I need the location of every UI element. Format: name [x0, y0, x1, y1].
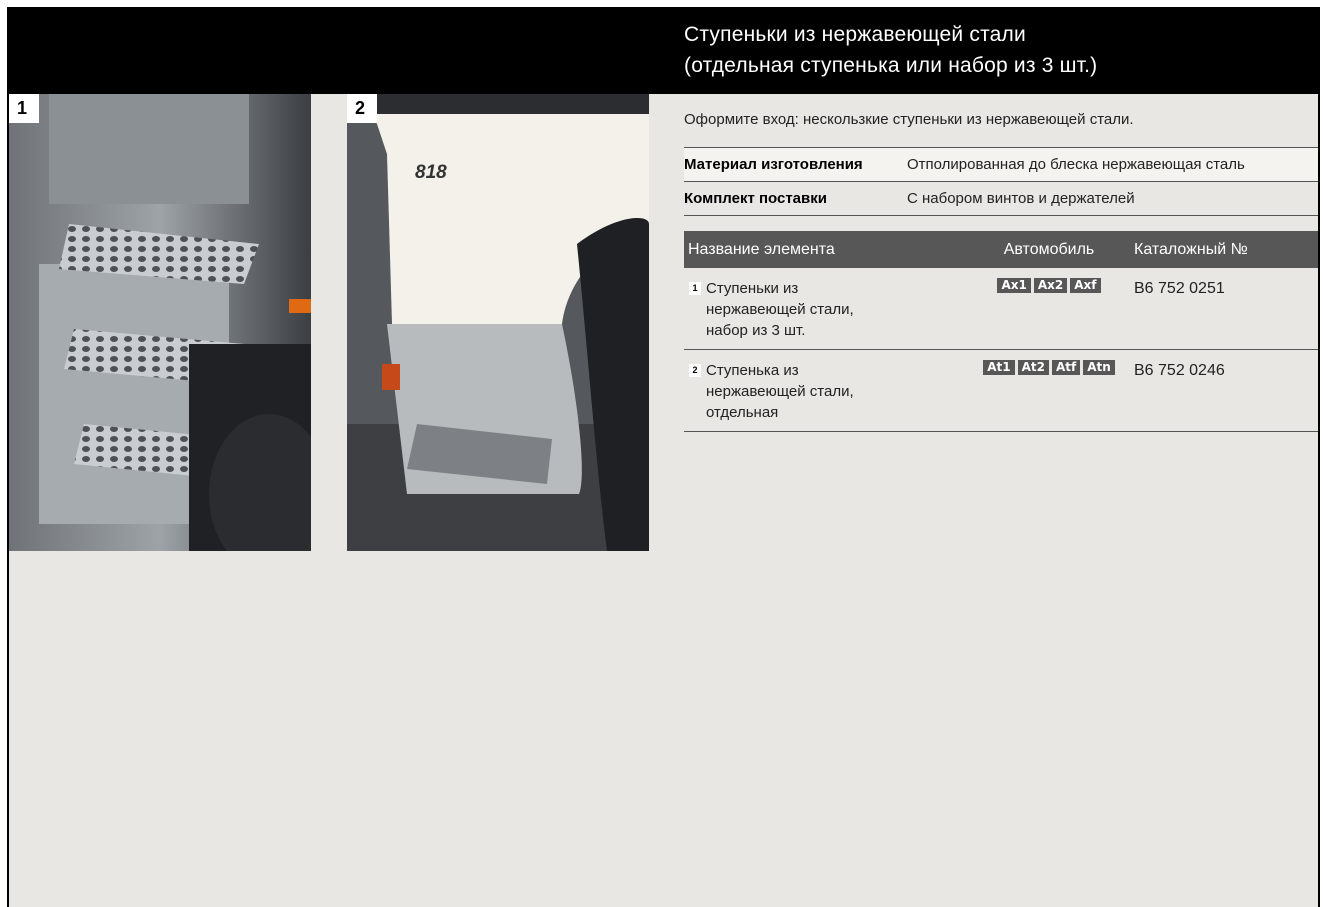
vehicle-tag: Axf [1070, 278, 1101, 293]
single-step-image [347, 94, 649, 551]
vehicle-tag: Atf [1051, 360, 1081, 375]
header-name: Название элемента [688, 240, 835, 258]
vehicle-tags: At1 At2 Atf Atn [964, 360, 1134, 376]
item-name: 1 Ступеньки из нержавеющей стали, набор … [684, 278, 964, 349]
photo-steps-set: 1 [9, 94, 311, 551]
item-number: 2 [689, 364, 701, 377]
vehicle-tags: Ax1 Ax2 Axf [964, 278, 1134, 294]
page-frame: Ступеньки из нержавеющей стали (отдельна… [7, 7, 1320, 907]
content-panel: Оформите вход: нескользкие ступеньки из … [684, 94, 1318, 432]
steps-set-image [9, 94, 311, 551]
page-title: Ступеньки из нержавеющей стали (отдельна… [684, 19, 1097, 81]
catalog-number: B6 752 0251 [1134, 280, 1225, 297]
item-text-line: нержавеющей стали, [706, 383, 854, 400]
item-text-line: Ступенька из [706, 362, 799, 379]
property-value: Отполированная до блеска нержавеющая ста… [907, 156, 1245, 173]
item-text: Ступеньки из нержавеющей стали, набор из… [706, 278, 906, 349]
truck-model-badge: 818 [415, 162, 447, 183]
item-text-line: отдельная [706, 404, 779, 421]
header-catalog: Каталожный № [1134, 240, 1248, 258]
table-row: 1 Ступеньки из нержавеющей стали, набор … [684, 268, 1318, 350]
header-vehicle: Автомобиль [1003, 240, 1095, 258]
intro-text: Оформите вход: нескользкие ступеньки из … [684, 111, 1134, 128]
header-bar: Ступеньки из нержавеющей стали (отдельна… [9, 7, 1318, 94]
item-text-line: нержавеющей стали, [706, 301, 854, 318]
catalog-number: B6 752 0246 [1134, 362, 1225, 379]
photo-number-2: 2 [347, 94, 377, 123]
photo-single-step: 818 2 [347, 94, 649, 551]
item-name: 2 Ступенька из нержавеющей стали, отдель… [684, 360, 964, 431]
item-text-line: набор из 3 шт. [706, 322, 806, 339]
property-key: Комплект поставки [684, 190, 827, 207]
photo-number-1: 1 [9, 94, 39, 123]
item-number: 1 [689, 282, 701, 295]
vehicle-tag: Atn [1083, 360, 1115, 375]
property-row-material: Материал изготовления Отполированная до … [684, 147, 1318, 182]
item-text: Ступенька из нержавеющей стали, отдельна… [706, 360, 906, 431]
item-text-line: Ступеньки из [706, 280, 799, 297]
vehicle-tag: Ax2 [1033, 278, 1068, 293]
property-key: Материал изготовления [684, 156, 863, 173]
vehicle-tag: At2 [1017, 360, 1049, 375]
title-line-2: (отдельная ступенька или набор из 3 шт.) [684, 54, 1098, 77]
vehicle-tag: At1 [983, 360, 1015, 375]
property-row-delivery: Комплект поставки С набором винтов и дер… [684, 182, 1318, 216]
vehicle-tag: Ax1 [997, 278, 1031, 293]
table-header: Название элемента Автомобиль Каталожный … [684, 231, 1318, 268]
table-row: 2 Ступенька из нержавеющей стали, отдель… [684, 350, 1318, 432]
title-line-1: Ступеньки из нержавеющей стали [684, 23, 1026, 46]
property-value: С набором винтов и держателей [907, 190, 1135, 207]
